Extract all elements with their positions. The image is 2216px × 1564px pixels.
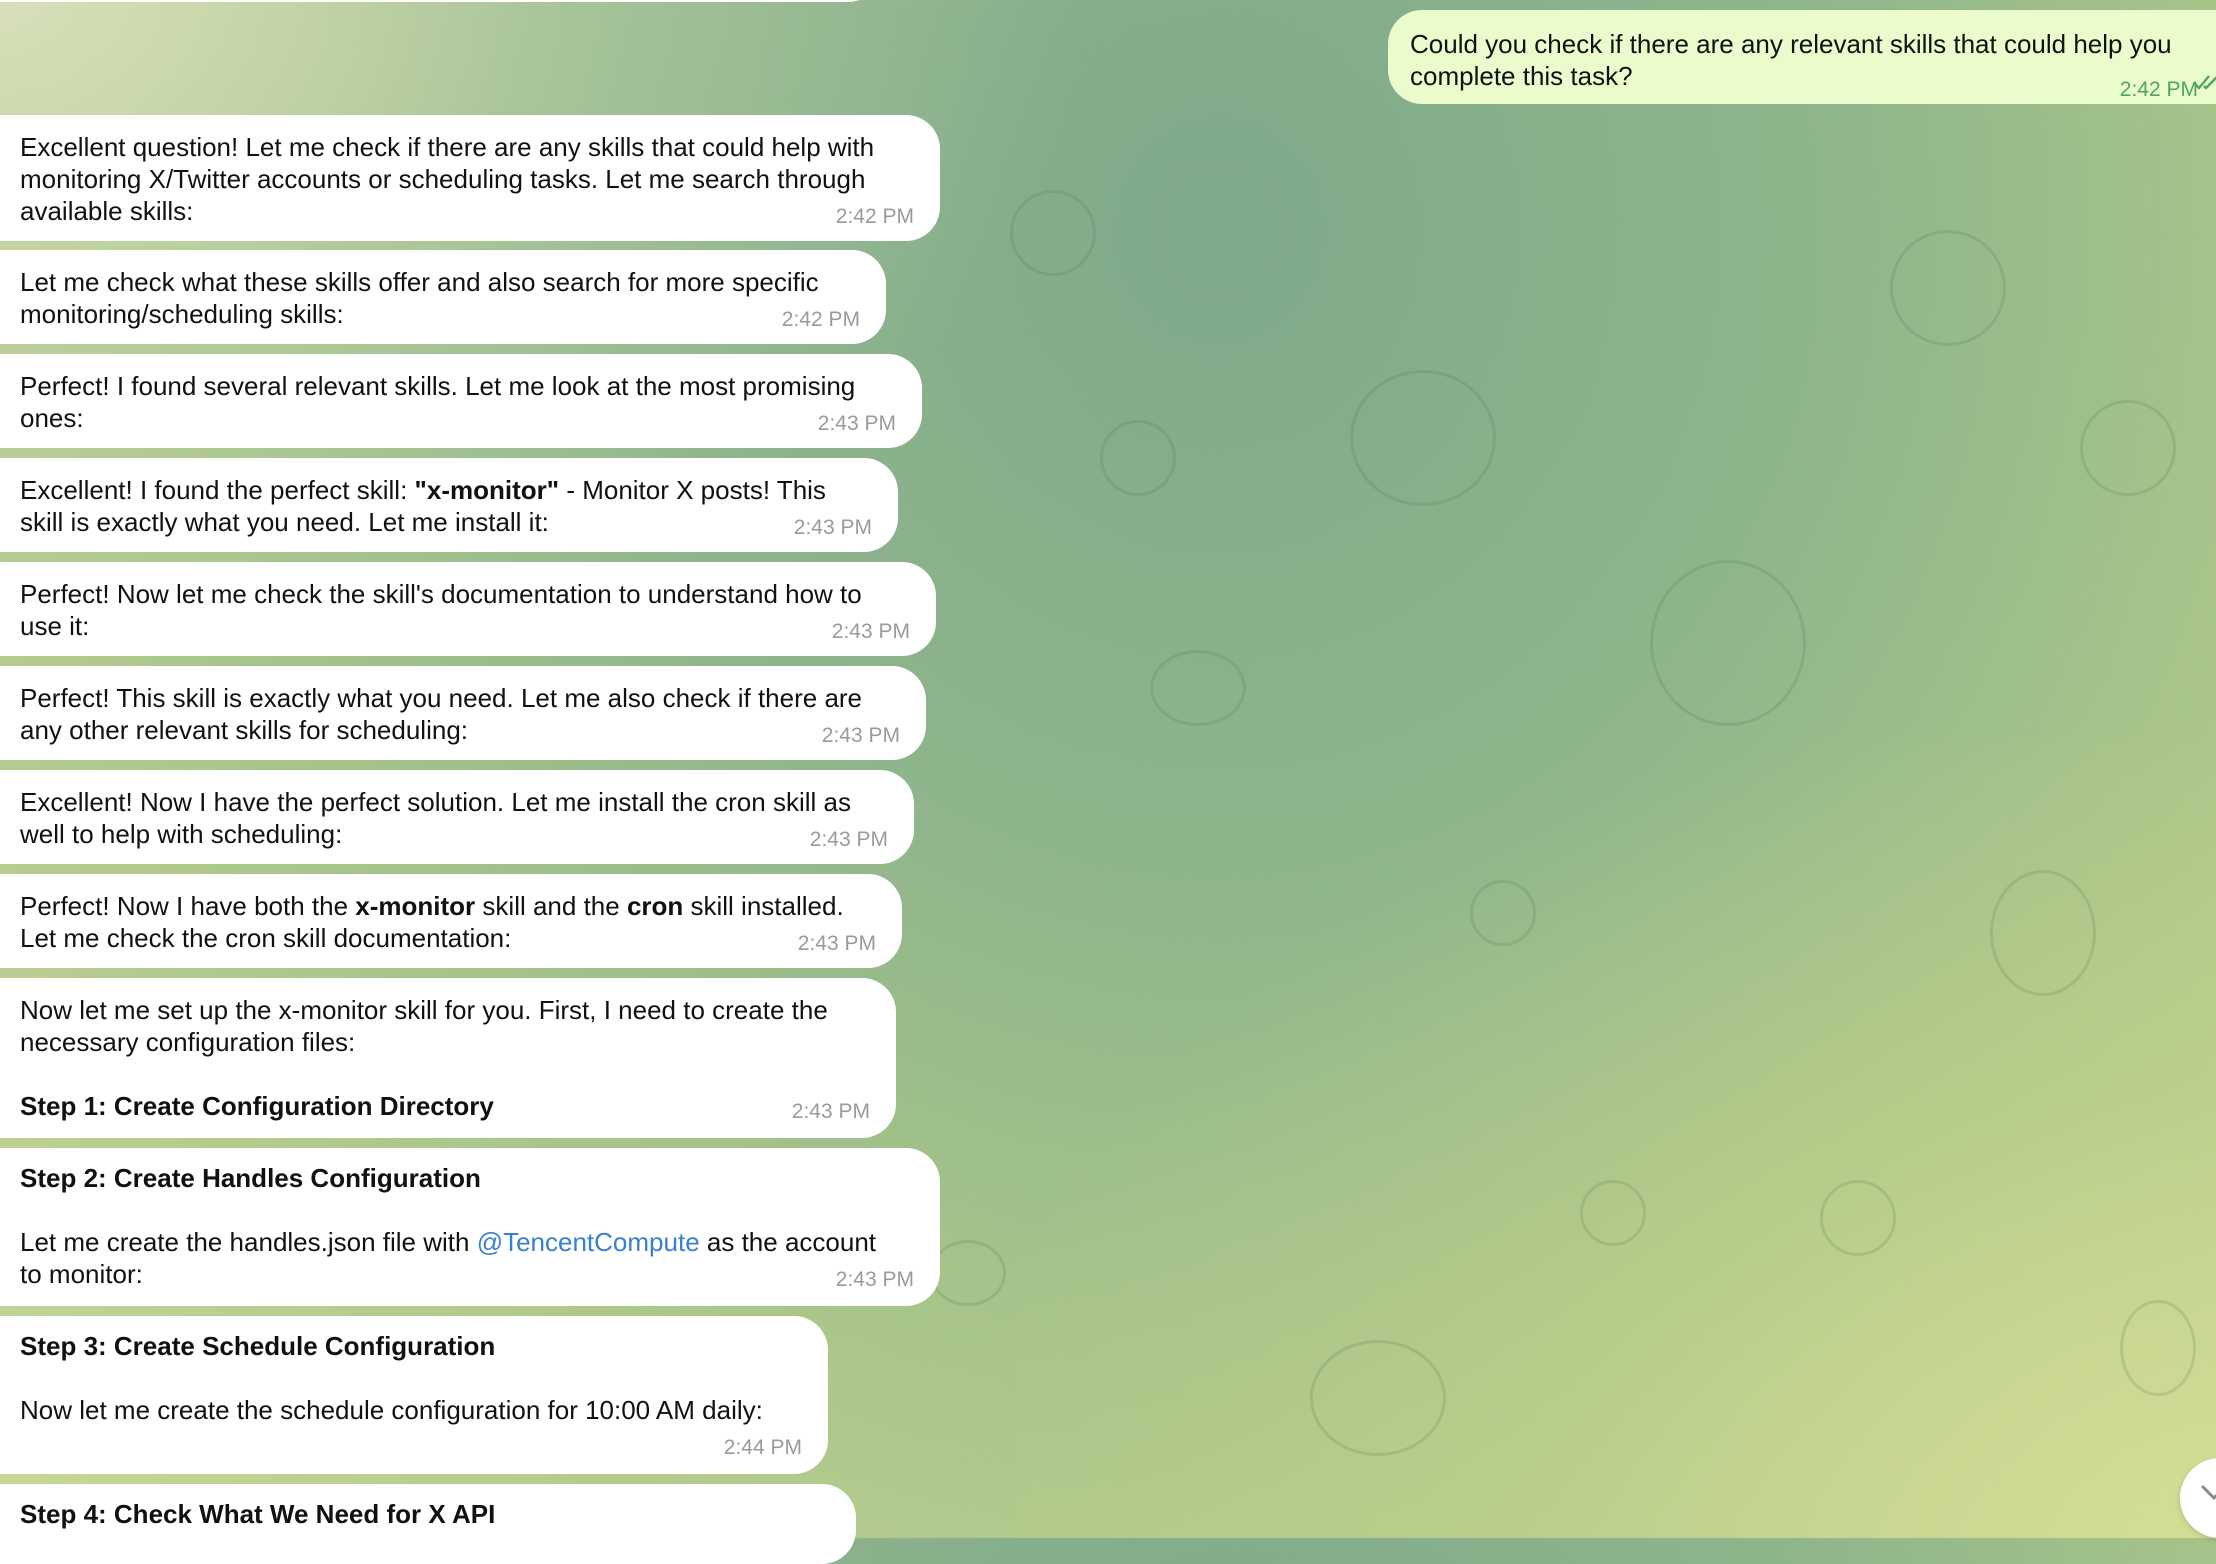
incoming-message-bubble: Excellent! Now I have the perfect soluti…: [0, 770, 914, 864]
message-text: Let me check what these skills offer and…: [20, 267, 819, 329]
message-time: 2:43 PM: [835, 1268, 914, 1291]
previous-message-bubble: [0, 0, 880, 2]
incoming-message-bubble: Step 4: Check What We Need for X API: [0, 1484, 856, 1564]
message-text: Perfect! Now let me check the skill's do…: [20, 579, 862, 641]
step-heading: Step 4: Check What We Need for X API: [20, 1499, 496, 1529]
message-text: Could you check if there are any relevan…: [1410, 29, 2172, 91]
incoming-message-bubble: Excellent! I found the perfect skill: "x…: [0, 458, 898, 552]
pattern-doodle: [2080, 400, 2176, 496]
pattern-doodle: [1650, 560, 1806, 726]
chevron-down-icon: [2200, 1484, 2216, 1501]
pattern-doodle: [1990, 870, 2096, 996]
message-text: Now let me set up the x-monitor skill fo…: [20, 995, 828, 1121]
background-glow: [1016, 738, 2216, 1538]
message-time: 2:43 PM: [797, 932, 876, 955]
pattern-doodle: [1580, 1180, 1646, 1246]
pattern-doodle: [1310, 1340, 1446, 1456]
incoming-message-bubble: Step 3: Create Schedule Configuration No…: [0, 1316, 828, 1474]
mention-link[interactable]: @TencentCompute: [477, 1227, 700, 1257]
pattern-doodle: [1470, 880, 1536, 946]
message-text: Step 4: Check What We Need for X API: [20, 1498, 495, 1530]
incoming-message-bubble: Perfect! Now I have both the x-monitor s…: [0, 874, 902, 968]
message-text: Excellent! Now I have the perfect soluti…: [20, 787, 851, 849]
pattern-doodle: [1890, 230, 2006, 346]
message-text: Excellent question! Let me check if ther…: [20, 132, 875, 226]
message-time: 2:43 PM: [831, 620, 910, 643]
incoming-message-bubble: Step 2: Create Handles Configuration Let…: [0, 1148, 940, 1306]
skill-name: x-monitor: [355, 891, 476, 921]
message-time: 2:43 PM: [793, 516, 872, 539]
pattern-doodle: [1100, 420, 1176, 496]
pattern-doodle: [1350, 370, 1496, 506]
message-time: 2:43 PM: [791, 1100, 870, 1123]
incoming-message-bubble: Now let me set up the x-monitor skill fo…: [0, 978, 896, 1138]
pattern-doodle: [1820, 1180, 1896, 1256]
message-time: 2:42 PM: [781, 308, 860, 331]
skill-name: cron: [626, 891, 684, 921]
message-time: 2:43 PM: [821, 724, 900, 747]
step-heading: Step 3: Create Schedule Configuration: [20, 1331, 496, 1361]
message-time: 2:43 PM: [817, 412, 896, 435]
double-check-icon: [2193, 75, 2216, 90]
outgoing-message-bubble: Could you check if there are any relevan…: [1388, 10, 2216, 104]
message-text: Perfect! I found several relevant skills…: [20, 371, 856, 433]
incoming-message-bubble: Perfect! Now let me check the skill's do…: [0, 562, 936, 656]
pattern-doodle: [930, 1240, 1006, 1306]
step-heading: Step 1: Create Configuration Directory: [20, 1091, 494, 1121]
message-time: 2:42 PM: [835, 205, 914, 228]
message-time: 2:42 PM: [2119, 78, 2198, 101]
step-heading: Step 2: Create Handles Configuration: [20, 1163, 481, 1193]
incoming-message-bubble: Excellent question! Let me check if ther…: [0, 115, 940, 241]
message-text: Step 3: Create Schedule Configuration No…: [20, 1331, 763, 1425]
pattern-doodle: [1010, 190, 1096, 276]
incoming-message-bubble: Let me check what these skills offer and…: [0, 250, 886, 344]
message-time: 2:44 PM: [723, 1436, 802, 1459]
message-text: Perfect! Now I have both the x-monitor s…: [20, 891, 844, 953]
pattern-doodle: [2120, 1300, 2196, 1396]
skill-name: "x-monitor": [414, 475, 560, 505]
pattern-doodle: [1150, 650, 1246, 726]
message-text: Excellent! I found the perfect skill: "x…: [20, 475, 826, 537]
incoming-message-bubble: Perfect! I found several relevant skills…: [0, 354, 922, 448]
message-time: 2:43 PM: [809, 828, 888, 851]
message-text: Perfect! This skill is exactly what you …: [20, 683, 863, 745]
message-text: Step 2: Create Handles Configuration Let…: [20, 1163, 877, 1289]
incoming-message-bubble: Perfect! This skill is exactly what you …: [0, 666, 926, 760]
